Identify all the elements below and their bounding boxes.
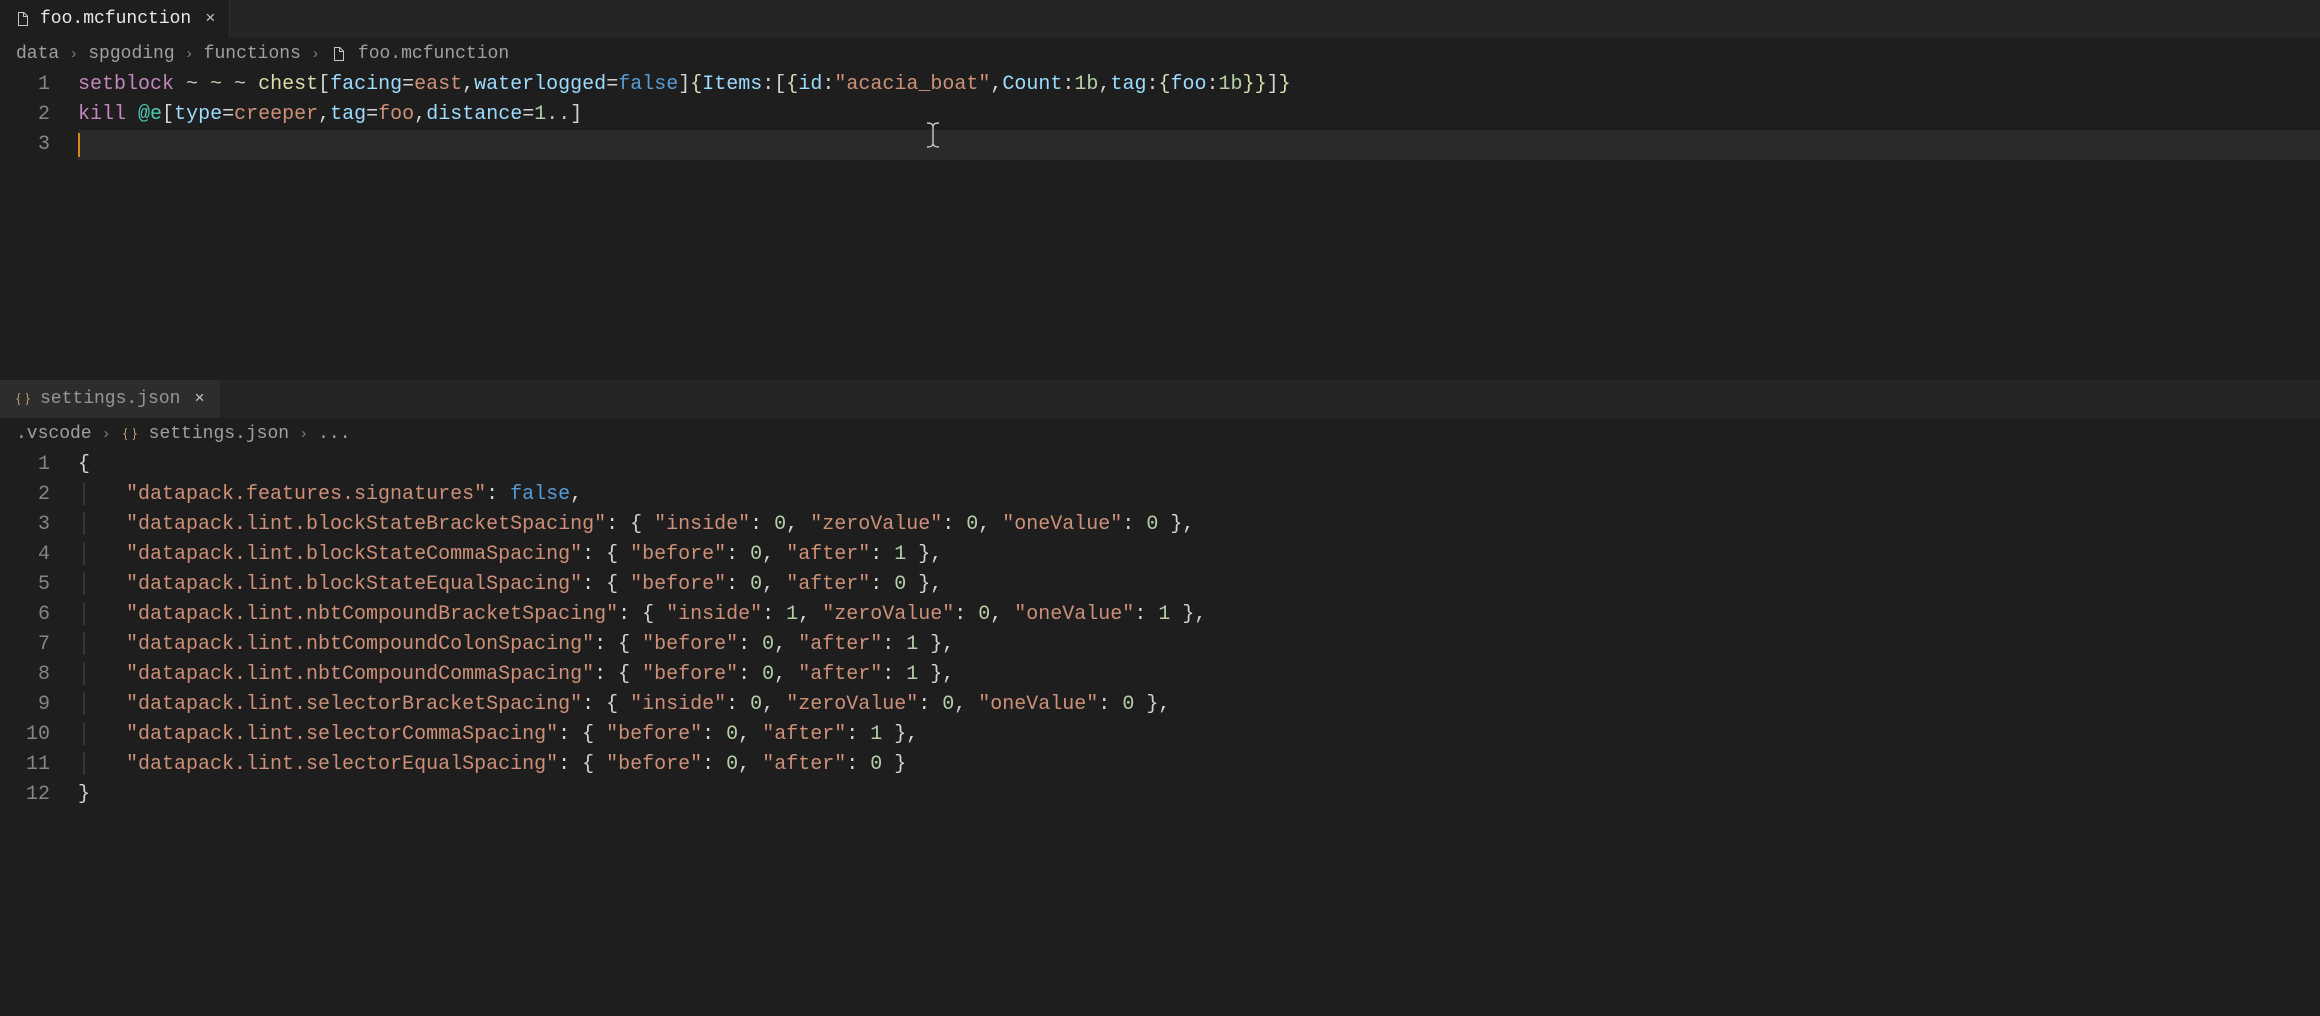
close-icon[interactable]: × [205, 10, 215, 29]
file-icon [14, 10, 32, 28]
tab-label: settings.json [40, 389, 180, 409]
line-number: 3 [0, 130, 50, 160]
code-line[interactable]: setblock ~ ~ ~ chest[facing=east,waterlo… [78, 70, 2320, 100]
line-number: 1 [0, 450, 50, 480]
code-line[interactable]: kill @e[type=creeper,tag=foo,distance=1.… [78, 100, 2320, 130]
line-number: 7 [0, 630, 50, 660]
code-line[interactable]: │ "datapack.lint.nbtCompoundColonSpacing… [78, 630, 2320, 660]
line-number: 2 [0, 100, 50, 130]
code-line[interactable]: │ "datapack.lint.selectorEqualSpacing": … [78, 750, 2320, 780]
breadcrumb-bottom[interactable]: .vscode › settings.json › ... [0, 418, 2320, 450]
breadcrumb-item[interactable]: spgoding [88, 44, 174, 64]
line-number: 2 [0, 480, 50, 510]
tab-foo-mcfunction[interactable]: foo.mcfunction × [0, 0, 230, 38]
code-line[interactable]: │ "datapack.lint.blockStateEqualSpacing"… [78, 570, 2320, 600]
tab-bar-top: foo.mcfunction × [0, 0, 2320, 38]
chevron-right-icon: › [102, 426, 111, 443]
code-line[interactable]: │ "datapack.lint.blockStateBracketSpacin… [78, 510, 2320, 540]
breadcrumb-item[interactable]: data [16, 44, 59, 64]
cursor [78, 133, 80, 157]
breadcrumb-item[interactable]: functions [204, 44, 301, 64]
line-number: 8 [0, 660, 50, 690]
json-icon [14, 390, 32, 408]
line-number: 1 [0, 70, 50, 100]
gutter: 123456789101112 [0, 450, 78, 1016]
line-number: 9 [0, 690, 50, 720]
tab-label: foo.mcfunction [40, 9, 191, 29]
chevron-right-icon: › [311, 46, 320, 63]
text-cursor-icon [926, 122, 940, 148]
code-line[interactable]: │ "datapack.lint.nbtCompoundBracketSpaci… [78, 600, 2320, 630]
code-line[interactable]: │ "datapack.lint.blockStateCommaSpacing"… [78, 540, 2320, 570]
json-icon [121, 425, 139, 443]
code-line[interactable]: │ "datapack.features.signatures": false, [78, 480, 2320, 510]
tab-settings-json[interactable]: settings.json × [0, 380, 220, 418]
code-line[interactable]: { [78, 450, 2320, 480]
line-number: 11 [0, 750, 50, 780]
code-line[interactable]: │ "datapack.lint.selectorCommaSpacing": … [78, 720, 2320, 750]
code-area[interactable]: setblock ~ ~ ~ chest[facing=east,waterlo… [78, 70, 2320, 380]
code-editor-bottom[interactable]: 123456789101112 {│ "datapack.features.si… [0, 450, 2320, 1016]
code-line[interactable]: │ "datapack.lint.nbtCompoundCommaSpacing… [78, 660, 2320, 690]
line-number: 10 [0, 720, 50, 750]
breadcrumb-item[interactable]: foo.mcfunction [358, 44, 509, 64]
code-line[interactable]: │ "datapack.lint.selectorBracketSpacing"… [78, 690, 2320, 720]
code-editor-top[interactable]: 1 2 3 setblock ~ ~ ~ chest[facing=east,w… [0, 70, 2320, 380]
tab-bar-bottom: settings.json × [0, 380, 2320, 418]
editor-pane-top: foo.mcfunction × data › spgoding › funct… [0, 0, 2320, 380]
code-line-current[interactable] [78, 130, 2320, 160]
code-line[interactable]: } [78, 780, 2320, 810]
line-number: 4 [0, 540, 50, 570]
chevron-right-icon: › [185, 46, 194, 63]
breadcrumb-top[interactable]: data › spgoding › functions › foo.mcfunc… [0, 38, 2320, 70]
breadcrumb-item[interactable]: .vscode [16, 424, 92, 444]
breadcrumb-item[interactable]: settings.json [149, 424, 289, 444]
line-number: 5 [0, 570, 50, 600]
code-area[interactable]: {│ "datapack.features.signatures": false… [78, 450, 2320, 1016]
gutter: 1 2 3 [0, 70, 78, 380]
close-icon[interactable]: × [194, 390, 204, 409]
line-number: 6 [0, 600, 50, 630]
editor-pane-bottom: settings.json × .vscode › settings.json … [0, 380, 2320, 1016]
chevron-right-icon: › [69, 46, 78, 63]
breadcrumb-item[interactable]: ... [318, 424, 350, 444]
line-number: 12 [0, 780, 50, 810]
line-number: 3 [0, 510, 50, 540]
file-icon [330, 45, 348, 63]
chevron-right-icon: › [299, 426, 308, 443]
